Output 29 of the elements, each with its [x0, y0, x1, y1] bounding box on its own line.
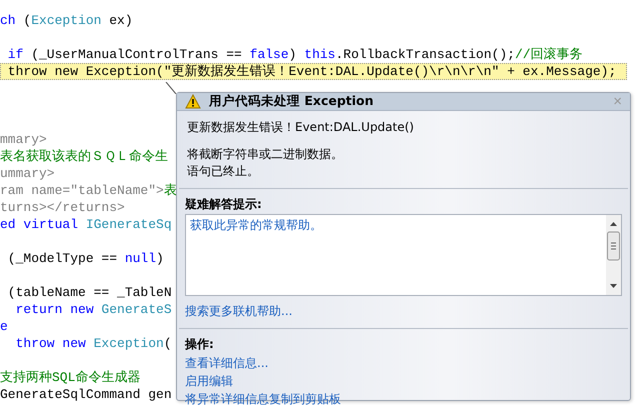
code-line: 表名获取该表的ＳＱＬ命令生 [0, 148, 168, 165]
code-line: (_ModelType == null) [6, 250, 164, 267]
section-heading: 疑难解答提示: [185, 196, 263, 213]
code-line: (tableName == _TableN [6, 284, 172, 301]
code-line: ed virtual IGenerateSq [0, 216, 172, 233]
code-line: return new GenerateS [14, 301, 172, 318]
tip-link[interactable]: 获取此异常的常规帮助。 [190, 217, 602, 233]
code-line: ch (Exception ex) [0, 12, 133, 29]
code-line: if (_UserManualControlTrans == false) this.RollbackTransaction();//回滚事务 [6, 46, 583, 63]
exception-message: 将截断字符串或二进制数据。 [187, 146, 344, 163]
code-line: e [0, 318, 8, 335]
code-line: ummary> [0, 165, 55, 182]
code-line: 支持两种SQL命令生成器 [0, 369, 140, 386]
code-line: ram name="tableName">表 [0, 182, 177, 199]
scrollbar[interactable] [606, 215, 621, 295]
action-link[interactable]: 启用编辑 [185, 372, 233, 390]
action-link[interactable]: 查看详细信息... [185, 354, 268, 372]
exception-message: 更新数据发生错误！Event:DAL.Update() [187, 119, 415, 136]
search-help-link[interactable]: 搜索更多联机帮助... [185, 302, 292, 320]
action-link[interactable]: 将异常详细信息复制到剪贴板 [185, 390, 341, 406]
code-line: GenerateSqlCommand gen [0, 386, 172, 403]
section-heading: 操作: [185, 336, 215, 353]
warning-icon [185, 94, 201, 109]
code-line: turns></returns> [0, 199, 125, 216]
code-line: mmary> [0, 131, 47, 148]
code-line: throw new Exception( [14, 335, 172, 352]
popup-title: 用户代码未处理 Exception [209, 93, 375, 110]
leader-line [165, 82, 177, 94]
exception-message: 语句已终止。 [187, 163, 260, 180]
